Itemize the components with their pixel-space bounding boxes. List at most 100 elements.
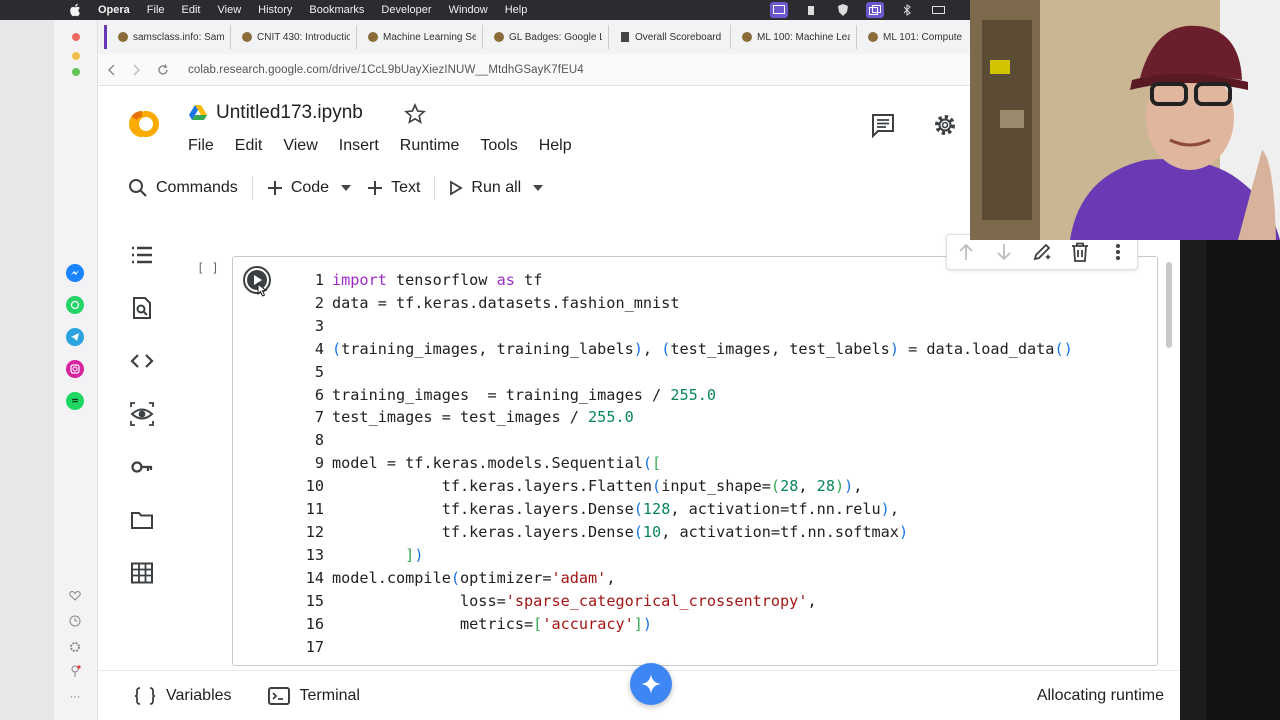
- pin-icon[interactable]: [68, 664, 82, 678]
- menubar-developer[interactable]: Developer: [381, 4, 431, 16]
- reload-icon: [158, 63, 168, 75]
- data-table-icon[interactable]: [130, 561, 154, 585]
- toolbar-divider: [434, 176, 436, 200]
- gear-icon[interactable]: [932, 112, 958, 138]
- code-snippets-icon[interactable]: [130, 349, 154, 373]
- menubar-window[interactable]: Window: [449, 4, 488, 16]
- instagram-icon[interactable]: [66, 360, 84, 378]
- code-line[interactable]: 17: [300, 636, 1073, 659]
- more-cell-actions-button[interactable]: [1107, 241, 1129, 263]
- delete-cell-button[interactable]: [1069, 241, 1091, 263]
- telegram-icon[interactable]: [66, 328, 84, 346]
- menu-edit[interactable]: Edit: [235, 137, 263, 155]
- terminal-button[interactable]: Terminal: [267, 686, 360, 705]
- code-line[interactable]: 5: [300, 361, 1073, 384]
- run-all-dropdown-caret-icon[interactable]: [533, 185, 544, 191]
- menubar-opera[interactable]: Opera: [98, 4, 130, 16]
- code-line[interactable]: 7 test_images = test_images / 255.0: [300, 406, 1073, 429]
- add-code-button[interactable]: Code: [259, 173, 337, 203]
- settings-icon[interactable]: [68, 640, 82, 654]
- tab-ml-101[interactable]: ML 101: Computer V: [856, 25, 968, 49]
- code-line[interactable]: 4 (training_images, training_labels), (te…: [300, 338, 1073, 361]
- menubar-edit[interactable]: Edit: [182, 4, 201, 16]
- commands-button[interactable]: Commands: [120, 173, 246, 203]
- table-of-contents-icon[interactable]: [130, 243, 154, 267]
- drive-icon[interactable]: [188, 104, 208, 122]
- menu-help[interactable]: Help: [539, 137, 572, 155]
- variables-inspector-icon[interactable]: [130, 402, 154, 426]
- notebook-title[interactable]: Untitled173.ipynb: [216, 102, 363, 124]
- menu-view[interactable]: View: [283, 137, 317, 155]
- tab-machine-learning-sec[interactable]: Machine Learning Sec: [356, 25, 482, 49]
- menubar-bookmarks[interactable]: Bookmarks: [309, 4, 364, 16]
- code-line[interactable]: 12 tf.keras.layers.Dense(10, activation=…: [300, 521, 1073, 544]
- tab-ml-100[interactable]: ML 100: Machine Lear: [730, 25, 856, 49]
- battery-icon[interactable]: [930, 2, 948, 18]
- find-replace-icon[interactable]: [130, 296, 154, 320]
- messenger-icon[interactable]: [66, 264, 84, 282]
- code-line[interactable]: 13 ]): [300, 544, 1073, 567]
- cell-scrollbar[interactable]: [1166, 262, 1172, 348]
- run-all-button[interactable]: Run all: [441, 173, 529, 203]
- code-line[interactable]: 9 model = tf.keras.models.Sequential([: [300, 452, 1073, 475]
- comment-icon[interactable]: [870, 112, 896, 138]
- code-line[interactable]: 8: [300, 429, 1073, 452]
- apple-icon[interactable]: [69, 3, 81, 17]
- code-line[interactable]: 2 data = tf.keras.datasets.fashion_mnist: [300, 292, 1073, 315]
- history-icon[interactable]: [68, 614, 82, 628]
- code-editor[interactable]: 1 import tensorflow as tf 2 data = tf.keras…: [300, 269, 1073, 658]
- window-zoom-button[interactable]: [72, 68, 80, 76]
- code-line[interactable]: 16 metrics=['accuracy']): [300, 613, 1073, 636]
- menubar-view[interactable]: View: [218, 4, 242, 16]
- tab-samsclass[interactable]: samsclass.info: Sam B: [104, 25, 230, 49]
- code-line[interactable]: 1 import tensorflow as tf: [300, 269, 1073, 292]
- url-field[interactable]: colab.research.google.com/drive/1CcL9bUa…: [188, 64, 584, 76]
- play-icon: [450, 180, 464, 196]
- tab-cnit-430[interactable]: CNIT 430: Introductio: [230, 25, 356, 49]
- tab-overall-scoreboard[interactable]: Overall Scoreboard: [608, 25, 730, 49]
- code-line[interactable]: 15 loss='sparse_categorical_crossentropy…: [300, 590, 1073, 613]
- window-close-button[interactable]: [72, 33, 80, 41]
- bluetooth-icon[interactable]: [898, 2, 916, 18]
- extension-icon[interactable]: [802, 2, 820, 18]
- code-line[interactable]: 14 model.compile(optimizer='adam',: [300, 567, 1073, 590]
- colab-logo-icon[interactable]: [120, 104, 168, 144]
- gemini-button[interactable]: [630, 663, 672, 705]
- menu-insert[interactable]: Insert: [339, 137, 379, 155]
- spotify-icon[interactable]: [66, 392, 84, 410]
- window-icon[interactable]: [866, 2, 884, 18]
- code-line[interactable]: 11 tf.keras.layers.Dense(128, activation…: [300, 498, 1073, 521]
- more-icon[interactable]: ···: [68, 690, 82, 704]
- reload-button[interactable]: [150, 57, 176, 83]
- code-line[interactable]: 10 tf.keras.layers.Flatten(input_shape=(…: [300, 475, 1073, 498]
- menubar-history[interactable]: History: [258, 4, 292, 16]
- line-number: 5: [314, 362, 324, 381]
- back-button[interactable]: [98, 57, 124, 83]
- code-line[interactable]: 3: [300, 315, 1073, 338]
- move-cell-down-button[interactable]: [993, 241, 1015, 263]
- window-minimize-button[interactable]: [72, 52, 80, 60]
- menu-file[interactable]: File: [188, 137, 214, 155]
- screen-share-icon[interactable]: [770, 2, 788, 18]
- menu-runtime[interactable]: Runtime: [400, 137, 460, 155]
- run-cell-button[interactable]: [241, 266, 273, 298]
- menubar-file[interactable]: File: [147, 4, 165, 16]
- add-text-button[interactable]: Text: [359, 173, 428, 203]
- whatsapp-icon[interactable]: [66, 296, 84, 314]
- files-folder-icon[interactable]: [130, 508, 154, 532]
- variables-button[interactable]: Variables: [134, 687, 232, 705]
- move-cell-up-button[interactable]: [955, 241, 977, 263]
- heart-icon[interactable]: [68, 588, 82, 602]
- forward-button[interactable]: [124, 57, 150, 83]
- tab-gl-badges[interactable]: GL Badges: Google Le: [482, 25, 608, 49]
- code-dropdown-caret-icon[interactable]: [341, 185, 352, 191]
- shield-icon[interactable]: [834, 2, 852, 18]
- line-number: 7: [314, 408, 324, 427]
- runtime-status: Allocating runtime: [1036, 686, 1164, 704]
- menu-tools[interactable]: Tools: [480, 137, 517, 155]
- star-icon[interactable]: [404, 103, 426, 125]
- menubar-help[interactable]: Help: [505, 4, 528, 16]
- edit-cell-button[interactable]: [1031, 241, 1053, 263]
- code-line[interactable]: 6 training_images = training_images / 255…: [300, 384, 1073, 407]
- secrets-key-icon[interactable]: [130, 455, 154, 479]
